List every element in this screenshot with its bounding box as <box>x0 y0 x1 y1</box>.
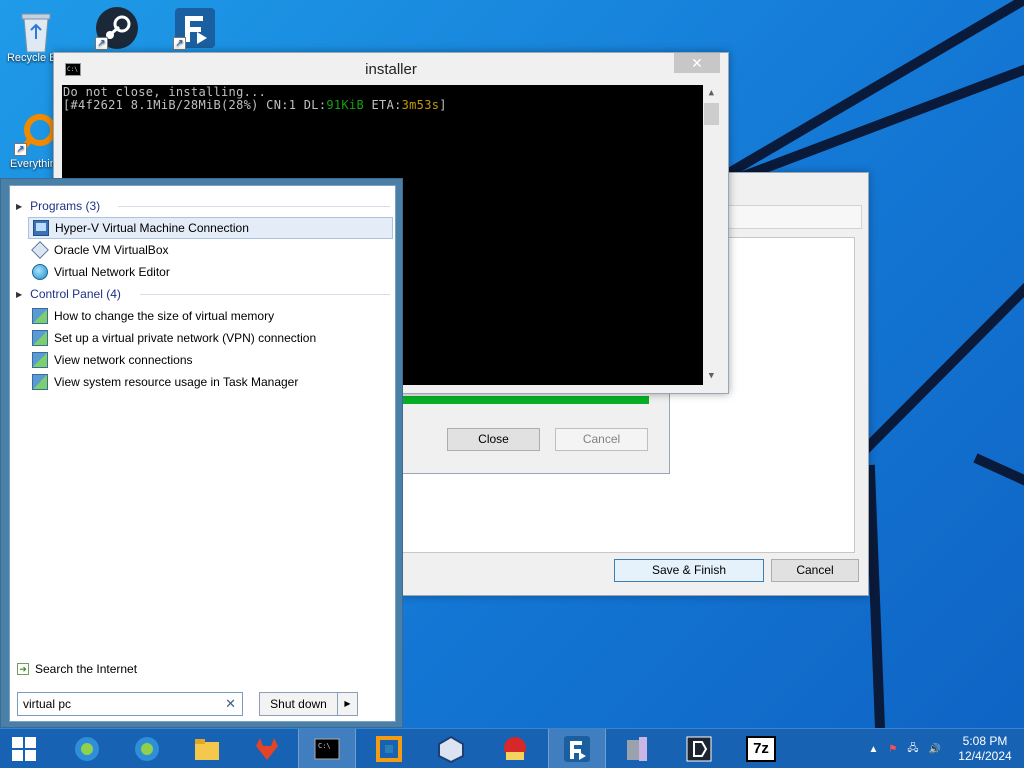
result-task-manager[interactable]: View system resource usage in Task Manag… <box>28 371 393 393</box>
globe-icon <box>32 264 48 280</box>
browser-icon <box>135 737 159 761</box>
window-title: installer <box>365 61 417 78</box>
result-network-connections[interactable]: View network connections <box>28 349 393 371</box>
freefilesync-icon <box>564 736 590 762</box>
search-input[interactable] <box>23 697 213 711</box>
app-dark-icon <box>686 736 712 762</box>
result-virtual-network-editor[interactable]: Virtual Network Editor <box>28 261 393 283</box>
taskbar-browser-2[interactable] <box>118 729 176 768</box>
shortcut-arrow-icon: ↗ <box>95 37 108 50</box>
start-menu-results: ▶ Programs (3) Hyper-V Virtual Machine C… <box>9 185 396 722</box>
app-grey-icon <box>627 737 647 761</box>
start-menu: ▶ Programs (3) Hyper-V Virtual Machine C… <box>0 178 403 728</box>
action-center-icon[interactable]: ⚑ <box>888 744 897 755</box>
browser-icon <box>75 737 99 761</box>
result-hyper-v[interactable]: Hyper-V Virtual Machine Connection <box>28 217 393 239</box>
network-icon[interactable]: 🖧 <box>907 741 918 758</box>
show-hidden-icons-icon[interactable]: ▲ <box>869 744 879 755</box>
control-panel-icon <box>32 352 48 368</box>
shortcut-arrow-icon: ↗ <box>173 37 186 50</box>
system-tray: ▲ ⚑ 🖧 🔊 5:08 PM 12/4/2024 <box>864 729 1024 768</box>
taskbar-virtualbox[interactable] <box>422 729 480 768</box>
taskbar-file-explorer[interactable] <box>178 729 236 768</box>
recycle-bin-icon <box>14 6 58 53</box>
7zip-icon: 7z <box>746 736 776 762</box>
clock-date: 12/4/2024 <box>958 749 1012 763</box>
console-line: [#4f2621 8.1MiB/28MiB(28%) CN:1 DL:91KiB… <box>63 98 447 112</box>
save-finish-button[interactable]: Save & Finish <box>614 559 764 582</box>
desktop-icon-freefilesync[interactable]: ↗ <box>163 6 227 52</box>
clock[interactable]: 5:08 PM 12/4/2024 <box>956 734 1014 764</box>
installer-icon <box>376 736 402 762</box>
scroll-down-icon[interactable]: ▼ <box>703 368 720 385</box>
progress-dialog: Close Cancel <box>398 394 670 474</box>
start-button[interactable] <box>4 734 44 764</box>
close-button[interactable]: Close <box>447 428 540 451</box>
control-panel-header[interactable]: ▶ Control Panel (4) <box>16 286 396 302</box>
virtualbox-icon <box>31 241 49 259</box>
cancel-button-disabled: Cancel <box>555 428 648 451</box>
shortcut-arrow-icon: ↗ <box>14 143 27 156</box>
cancel-button[interactable]: Cancel <box>771 559 859 582</box>
taskbar-app-red[interactable] <box>486 729 544 768</box>
expand-triangle-icon: ▶ <box>16 289 23 299</box>
shutdown-options-arrow-icon[interactable]: ▶ <box>338 693 357 715</box>
svg-text:C:\: C:\ <box>318 742 331 750</box>
result-virtualbox[interactable]: Oracle VM VirtualBox <box>28 239 393 261</box>
result-vpn[interactable]: Set up a virtual private network (VPN) c… <box>28 327 393 349</box>
desktop-icon-steam[interactable]: ↗ <box>85 6 149 52</box>
clock-time: 5:08 PM <box>962 734 1008 748</box>
scroll-up-icon[interactable]: ▲ <box>703 85 720 102</box>
shut-down-button[interactable]: Shut down ▶ <box>259 692 358 716</box>
cmd-icon: C:\ <box>314 738 340 760</box>
result-virtual-memory[interactable]: How to change the size of virtual memory <box>28 305 393 327</box>
virtualbox-icon <box>438 735 464 764</box>
volume-icon[interactable]: 🔊 <box>929 744 941 755</box>
taskbar-installer[interactable] <box>360 729 418 768</box>
search-internet-link[interactable]: ➜ Search the Internet <box>17 662 137 676</box>
control-panel-icon <box>32 374 48 390</box>
clear-search-icon[interactable]: ✕ <box>225 696 236 712</box>
everything-icon: ↗ <box>14 112 58 156</box>
search-box[interactable]: ✕ <box>17 692 243 716</box>
app-red-icon <box>504 737 526 760</box>
taskbar-app-dark[interactable] <box>670 729 728 768</box>
folder-icon <box>195 739 219 760</box>
taskbar-app-grey[interactable] <box>608 729 666 768</box>
expand-triangle-icon: ▶ <box>16 201 23 211</box>
taskbar-7zip[interactable]: 7z <box>732 729 790 768</box>
control-panel-icon <box>32 330 48 346</box>
taskbar-freefilesync[interactable] <box>548 729 606 768</box>
taskbar-cmd[interactable]: C:\ <box>298 729 356 768</box>
taskbar-browser-1[interactable] <box>58 729 116 768</box>
progress-bar <box>398 396 649 404</box>
console-scrollbar[interactable]: ▲ ▼ <box>703 85 720 385</box>
freefilesync-icon: ↗ <box>173 6 217 50</box>
control-panel-icon <box>32 308 48 324</box>
steam-icon: ↗ <box>95 6 139 50</box>
monitor-icon <box>33 220 49 236</box>
scroll-thumb[interactable] <box>704 103 719 125</box>
gitlab-icon <box>256 738 278 760</box>
title-bar[interactable]: C:\ installer ✕ <box>54 53 728 85</box>
programs-header[interactable]: ▶ Programs (3) <box>16 198 396 214</box>
arrow-right-icon: ➜ <box>17 663 29 675</box>
taskbar-gitlab[interactable] <box>238 729 296 768</box>
taskbar: C:\ 7z ▲ ⚑ 🖧 🔊 5:08 PM 12/4/2024 <box>0 728 1024 768</box>
close-window-button[interactable]: ✕ <box>674 53 720 73</box>
